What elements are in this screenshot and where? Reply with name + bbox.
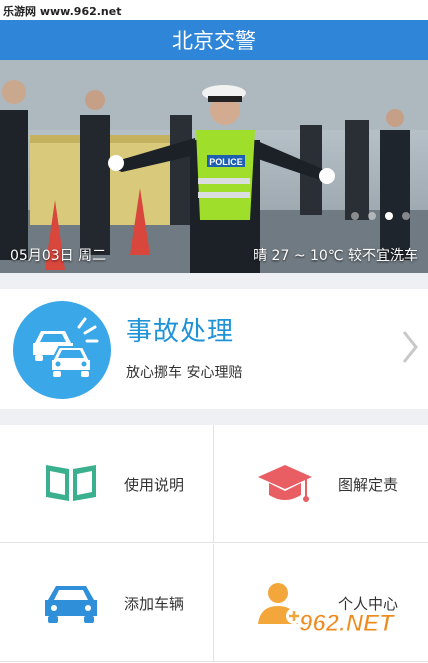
carousel-dot[interactable] bbox=[351, 212, 359, 220]
menu-item-liability[interactable]: 图解定责 bbox=[214, 425, 428, 543]
date-text: 05月03日 周二 bbox=[10, 248, 107, 264]
carousel-dots bbox=[351, 212, 410, 220]
weather-text: 晴 27 ~ 10℃ 较不宜洗车 bbox=[253, 248, 418, 264]
carousel-dot-active[interactable] bbox=[385, 212, 393, 220]
banner-carousel[interactable]: POLICE 05月03日 周二 晴 27 ~ 10℃ 较不宜洗车 bbox=[0, 60, 428, 273]
carousel-dot[interactable] bbox=[402, 212, 410, 220]
menu-label: 使用说明 bbox=[124, 476, 185, 494]
book-icon bbox=[46, 465, 96, 501]
logo-text-top: 962.NET bbox=[299, 610, 396, 637]
accident-card[interactable]: 事故处理 放心挪车 安心理赔 bbox=[0, 289, 428, 409]
menu-item-add-vehicle[interactable]: 添加车辆 bbox=[0, 544, 214, 662]
status-strip: 乐游网 www.962.net bbox=[0, 0, 428, 20]
menu-grid: 使用说明 图解定责 添加车辆 个人中心 962.NET 乐游网 bbox=[0, 425, 428, 663]
car-icon bbox=[45, 586, 97, 623]
page-title: 北京交警 bbox=[172, 29, 256, 53]
chevron-right-icon[interactable] bbox=[400, 329, 420, 365]
carousel-dot[interactable] bbox=[368, 212, 376, 220]
accident-title: 事故处理 bbox=[126, 317, 235, 347]
watermark-text: 乐游网 www.962.net bbox=[3, 5, 122, 18]
logo-text-bottom: 乐游网 bbox=[345, 637, 399, 659]
site-logo: 962.NET 乐游网 bbox=[299, 610, 400, 660]
menu-label: 图解定责 bbox=[338, 476, 399, 494]
banner-info-bar: 05月03日 周二 晴 27 ~ 10℃ 较不宜洗车 bbox=[0, 237, 428, 273]
accident-cars-icon bbox=[13, 301, 111, 399]
accident-subtitle: 放心挪车 安心理赔 bbox=[126, 365, 243, 381]
graduation-cap-icon bbox=[258, 465, 312, 502]
menu-item-instructions[interactable]: 使用说明 bbox=[0, 425, 214, 543]
menu-label: 添加车辆 bbox=[124, 595, 185, 613]
police-vest-text: POLICE bbox=[209, 157, 243, 167]
app-header: 北京交警 bbox=[0, 20, 428, 60]
